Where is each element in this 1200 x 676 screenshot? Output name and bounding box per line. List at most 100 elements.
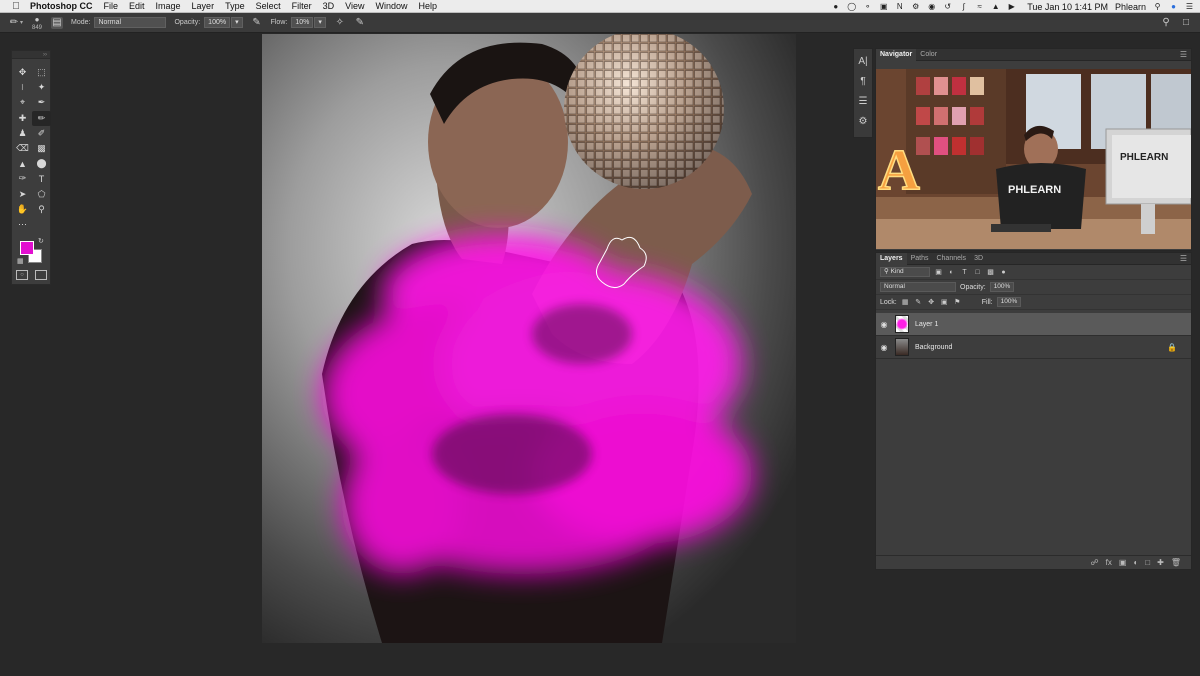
tab-channels[interactable]: Channels (932, 253, 970, 265)
crop-tool-icon[interactable]: ⌖ (13, 95, 32, 110)
siri-icon[interactable]: ● (1169, 2, 1178, 11)
eyedropper-tool-icon[interactable]: ✒ (32, 95, 51, 110)
add-mask-icon[interactable]: ▣ (1119, 558, 1127, 567)
filter-type-icon[interactable]: T (960, 268, 969, 277)
type-tool-icon[interactable]: T (32, 171, 51, 186)
brush-tool-icon[interactable]: ✏ (32, 110, 51, 126)
bluetooth-icon[interactable]: ∫ (959, 2, 968, 11)
menu-image[interactable]: Image (156, 1, 181, 11)
mode-select[interactable]: Normal (94, 17, 167, 28)
magic-wand-tool-icon[interactable]: ✦ (32, 80, 51, 95)
layer-name[interactable]: Layer 1 (915, 321, 938, 328)
brush-panel-toggle[interactable]: ▤ (51, 16, 64, 29)
notification-center-icon[interactable]: ☰ (1185, 2, 1194, 11)
tab-navigator[interactable]: Navigator (876, 48, 917, 61)
pen-tool-icon[interactable]: ✑ (13, 171, 32, 186)
fx-icon[interactable]: fx (1106, 558, 1112, 567)
filter-adjustment-icon[interactable]: ◐ (947, 268, 956, 277)
lock-image-icon[interactable]: ✎ (914, 298, 923, 307)
delete-layer-icon[interactable]: 🗑 (1171, 558, 1181, 567)
panel-menu-icon[interactable]: ☰ (1180, 49, 1187, 61)
airbrush-toggle[interactable]: ✧ (334, 17, 346, 29)
menu-layer[interactable]: Layer (192, 1, 215, 11)
layer-row-background[interactable]: ◉ Background 🔒 (876, 336, 1191, 359)
menu-app-name[interactable]: Photoshop CC (30, 1, 93, 11)
layer-row-layer-1[interactable]: ◉ Layer 1 (876, 313, 1191, 336)
adjustment-layer-icon[interactable]: ◐ (1133, 558, 1138, 567)
filter-toggle-icon[interactable]: ● (999, 268, 1008, 277)
menu-select[interactable]: Select (256, 1, 281, 11)
creative-cloud-icon[interactable]: ◯ (847, 2, 856, 11)
eraser-tool-icon[interactable]: ⌫ (13, 141, 32, 156)
menu-type[interactable]: Type (225, 1, 245, 11)
quick-mask-icon[interactable]: ○ (16, 270, 28, 280)
brush-preset-picker[interactable]: ● 849 (31, 13, 43, 32)
menu-file[interactable]: File (104, 1, 119, 11)
healing-brush-tool-icon[interactable]: ✚ (13, 111, 32, 126)
panel-menu-icon[interactable]: ☰ (1180, 253, 1187, 265)
display-icon[interactable]: ▣ (879, 2, 888, 11)
tab-layers[interactable]: Layers (876, 252, 907, 265)
screen-mode-icon[interactable] (35, 270, 47, 280)
marquee-tool-icon[interactable]: ⬚ (32, 65, 51, 80)
properties-panel-icon[interactable]: ☰ (854, 93, 872, 109)
new-layer-icon[interactable]: ✚ (1157, 558, 1164, 567)
dodge-tool-icon[interactable]: ⬤ (32, 156, 51, 171)
tool-preset-picker[interactable]: ✏ ▾ (8, 17, 23, 29)
filter-kind-select[interactable]: ⚲ Kind (880, 267, 930, 277)
menu-help[interactable]: Help (418, 1, 437, 11)
character-panel-icon[interactable]: A| (854, 53, 872, 69)
settings-icon[interactable]: ⚙ (911, 2, 920, 11)
clock[interactable]: Tue Jan 10 1:41 PM (1027, 2, 1108, 12)
n-app-icon[interactable]: N (895, 2, 904, 11)
chat-icon[interactable]: ◉ (927, 2, 936, 11)
foreground-color-swatch[interactable] (20, 241, 34, 255)
visibility-eye-icon[interactable]: ◉ (876, 320, 892, 329)
flow-input[interactable]: 10% (291, 17, 314, 28)
blend-mode-select[interactable]: Normal (880, 282, 956, 292)
shape-tool-icon[interactable]: ⬠ (32, 187, 51, 202)
workspace-icon[interactable]: □ (1180, 16, 1192, 28)
lock-artboard-icon[interactable]: ▣ (940, 298, 949, 307)
menu-edit[interactable]: Edit (129, 1, 145, 11)
opacity-input[interactable]: 100% (204, 17, 231, 28)
spotlight-search-icon[interactable]: ⚲ (1153, 2, 1162, 11)
filter-smart-object-icon[interactable]: ▩ (986, 268, 995, 277)
paragraph-panel-icon[interactable]: ¶ (854, 73, 872, 89)
filter-pixel-icon[interactable]: ▣ (934, 268, 943, 277)
hand-tool-icon[interactable]: ✋ (13, 202, 32, 217)
pressure-opacity-toggle[interactable]: ✎ (251, 17, 263, 29)
default-colors-icon[interactable]: ▦ (17, 257, 24, 265)
user-name[interactable]: Phlearn (1115, 2, 1146, 12)
edit-toolbar-icon[interactable]: ⋯ (13, 217, 32, 232)
tab-3d[interactable]: 3D (970, 253, 987, 265)
layer-name[interactable]: Background (915, 344, 952, 351)
adjustments-panel-icon[interactable]: ⚙ (854, 113, 872, 129)
clone-stamp-tool-icon[interactable]: ♟ (13, 126, 32, 141)
tab-color[interactable]: Color (916, 49, 941, 61)
path-selection-tool-icon[interactable]: ➤ (13, 187, 32, 202)
pressure-size-toggle[interactable]: ✎ (354, 17, 366, 29)
menu-filter[interactable]: Filter (292, 1, 312, 11)
link-icon[interactable]: ⚬ (863, 2, 872, 11)
lock-transparent-icon[interactable]: ▦ (901, 298, 910, 307)
zoom-tool-icon[interactable]: ⚲ (32, 202, 51, 217)
menu-3d[interactable]: 3D (323, 1, 335, 11)
link-layers-icon[interactable]: ☍ (1091, 558, 1099, 567)
wifi-icon[interactable]: ≈ (975, 2, 984, 11)
gradient-tool-icon[interactable]: ▩ (32, 141, 51, 156)
visibility-eye-icon[interactable]: ◉ (876, 343, 892, 352)
move-tool-icon[interactable]: ✥ (13, 65, 32, 80)
time-machine-icon[interactable]: ↺ (943, 2, 952, 11)
navigator-preview[interactable]: A PHLEARN PHLEARN (876, 69, 1191, 249)
document-canvas[interactable] (262, 34, 796, 643)
volume-icon[interactable]: ▶ (1007, 2, 1016, 11)
menu-window[interactable]: Window (375, 1, 407, 11)
search-icon[interactable]: ⚲ (1160, 16, 1172, 28)
apple-menu-icon[interactable]:  (10, 1, 22, 12)
new-group-icon[interactable]: □ (1145, 558, 1150, 567)
lasso-tool-icon[interactable]: ⧘ (13, 80, 32, 95)
swap-colors-icon[interactable]: ↻ (38, 237, 44, 245)
history-brush-tool-icon[interactable]: ✐ (32, 126, 51, 141)
lock-position-icon[interactable]: ✥ (927, 298, 936, 307)
